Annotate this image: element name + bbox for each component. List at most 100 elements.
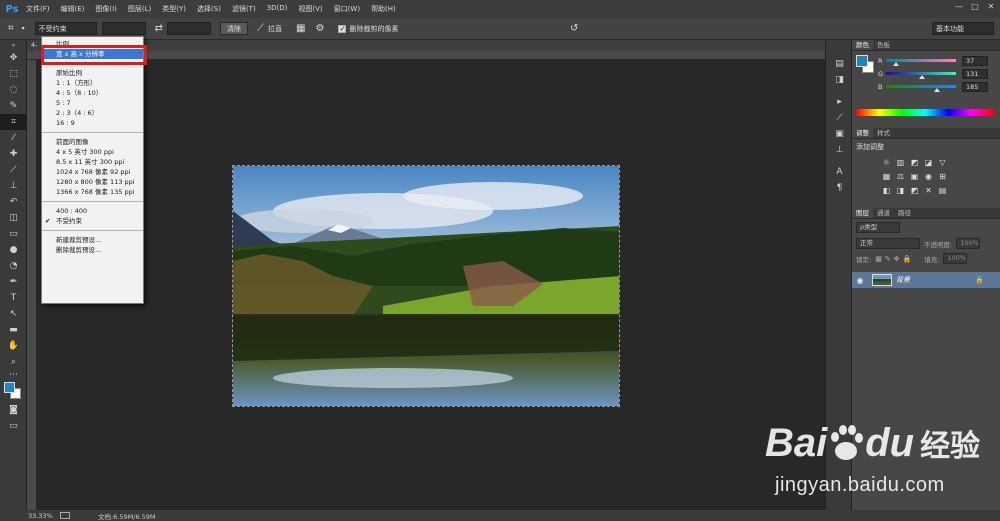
slider-thumb[interactable]: [918, 75, 925, 79]
tab-channels[interactable]: 通道: [873, 208, 894, 218]
layer-name[interactable]: 背景: [896, 275, 975, 285]
menu-item-6[interactable]: 滤镜(T): [232, 4, 256, 14]
crop-preset-item[interactable]: 5 : 7: [42, 98, 143, 108]
crop-width-field[interactable]: [101, 22, 146, 35]
crop-preset-item[interactable]: 16 : 9: [42, 118, 143, 128]
overlay-grid-icon[interactable]: ▦: [296, 23, 305, 34]
clone-stamp-tool-icon[interactable]: ⊥: [0, 178, 27, 194]
status-menu-icon[interactable]: [60, 512, 70, 519]
reset-undo-icon[interactable]: ↺: [570, 23, 578, 34]
zoom-tool-icon[interactable]: ⌕: [0, 354, 27, 370]
tab-swatches[interactable]: 色板: [873, 40, 894, 50]
crop-preset-item[interactable]: 4 x 5 英寸 300 ppi: [42, 147, 143, 157]
foreground-color-chip[interactable]: [856, 55, 868, 67]
foreground-color-swatch[interactable]: [4, 382, 15, 393]
crop-preset-item[interactable]: 新建裁剪预设...: [42, 235, 143, 245]
crop-preset-item[interactable]: 1 : 1（方形）: [42, 78, 143, 88]
history-brush-tool-icon[interactable]: ↶: [0, 194, 27, 210]
history-panel-icon[interactable]: ▤: [826, 56, 853, 72]
menu-item-9[interactable]: 窗口(W): [334, 4, 360, 14]
healing-brush-tool-icon[interactable]: ✚: [0, 146, 27, 162]
screen-mode-icon[interactable]: ▭: [0, 418, 27, 434]
crop-preset-item[interactable]: 1280 x 800 像素 113 ppi: [42, 177, 143, 187]
shape-tool-icon[interactable]: ▬: [0, 322, 27, 338]
crop-settings-gear-icon[interactable]: ⚙: [316, 23, 325, 34]
crop-preset-item[interactable]: 1366 x 768 像素 135 ppi: [42, 187, 143, 197]
channel-value-field[interactable]: 185: [962, 81, 988, 92]
crop-height-field[interactable]: [167, 22, 212, 35]
adjustment-layer-icon[interactable]: ▣: [910, 172, 919, 181]
adjustment-layer-icon[interactable]: ▥: [896, 158, 905, 167]
crop-preset-item[interactable]: 400 : 400: [42, 206, 143, 216]
layer-visibility-eye-icon[interactable]: ◉: [852, 276, 868, 285]
properties-panel-icon[interactable]: ◨: [826, 72, 853, 88]
adjustment-layer-icon[interactable]: ▦: [882, 172, 891, 181]
adjustment-layer-icon[interactable]: ◪: [924, 158, 933, 167]
adjustment-layer-icon[interactable]: ◩: [910, 186, 919, 195]
zoom-level[interactable]: 33.33%: [28, 512, 54, 520]
channel-slider[interactable]: [886, 72, 956, 79]
edit-toolbar-icon[interactable]: ⋯: [0, 370, 27, 380]
channel-value-field[interactable]: 131: [962, 68, 988, 79]
close-icon[interactable]: ✕: [986, 2, 996, 12]
opacity-field[interactable]: 100%: [956, 238, 981, 249]
character-panel-icon[interactable]: A: [826, 164, 853, 180]
crop-tool-icon[interactable]: ⌗: [0, 114, 27, 130]
adjustment-layer-icon[interactable]: ▽: [938, 158, 947, 167]
channel-slider[interactable]: [886, 59, 956, 66]
menu-item-4[interactable]: 类型(Y): [162, 4, 186, 14]
clone-source-icon[interactable]: ⊥: [826, 142, 853, 158]
crop-preset-item[interactable]: 8.5 x 11 英寸 300 ppi: [42, 157, 143, 167]
adjustment-layer-icon[interactable]: ◧: [882, 186, 891, 195]
gradient-tool-icon[interactable]: ▭: [0, 226, 27, 242]
color-swatches[interactable]: [0, 380, 26, 402]
crop-preset-item[interactable]: 前面的图像: [42, 137, 143, 147]
minimize-icon[interactable]: —: [954, 2, 964, 12]
type-tool-icon[interactable]: T: [0, 290, 27, 306]
crop-preset-item[interactable]: 删除裁剪预设...: [42, 245, 143, 255]
adjustment-layer-icon[interactable]: ▤: [938, 186, 947, 195]
layer-kind-filter[interactable]: ρ类型: [856, 222, 900, 233]
quick-select-tool-icon[interactable]: ✎: [0, 98, 27, 114]
paragraph-panel-icon[interactable]: ¶: [826, 180, 853, 196]
eraser-tool-icon[interactable]: ◫: [0, 210, 27, 226]
brush-presets-icon[interactable]: ▣: [826, 126, 853, 142]
workspace-select[interactable]: 基本功能: [932, 22, 994, 35]
straighten-label[interactable]: 拉直: [268, 24, 282, 34]
adjustment-layer-icon[interactable]: ✕: [924, 186, 933, 195]
slider-thumb[interactable]: [893, 62, 900, 66]
crop-tool-icon[interactable]: ⌗: [8, 23, 14, 34]
fill-field[interactable]: 100%: [943, 253, 968, 264]
straighten-icon[interactable]: ⟋: [257, 23, 264, 34]
actions-panel-icon[interactable]: ▸: [826, 94, 853, 110]
layer-row-background[interactable]: ◉ 背景 🔒: [852, 272, 1000, 288]
brush-panel-icon[interactable]: ⟋: [826, 110, 853, 126]
menu-item-7[interactable]: 3D(D): [267, 4, 288, 14]
menu-item-5[interactable]: 选择(S): [197, 4, 221, 14]
move-tool-icon[interactable]: ✥: [0, 50, 27, 66]
collapse-toolbox-icon[interactable]: »: [0, 40, 27, 50]
menu-item-3[interactable]: 图层(L): [128, 4, 151, 14]
tab-styles[interactable]: 样式: [873, 128, 894, 138]
marquee-tool-icon[interactable]: ⬚: [0, 66, 27, 82]
lock-icons[interactable]: ▦✎✥🔒: [875, 255, 914, 263]
tab-color[interactable]: 颜色: [852, 40, 873, 50]
crop-preset-item[interactable]: 1024 x 768 像素 92 ppi: [42, 167, 143, 177]
tab-paths[interactable]: 路径: [894, 208, 915, 218]
menu-item-8[interactable]: 视图(V): [298, 4, 322, 14]
delete-cropped-checkbox[interactable]: ✓: [338, 24, 347, 33]
swap-dimensions-icon[interactable]: ⇄: [155, 23, 163, 34]
adjustment-layer-icon[interactable]: ◩: [910, 158, 919, 167]
path-select-tool-icon[interactable]: ↖: [0, 306, 27, 322]
tool-preset-chevron-icon[interactable]: ▾: [22, 25, 25, 32]
crop-preset-item[interactable]: ✔ 不受约束: [42, 216, 143, 226]
dodge-tool-icon[interactable]: ◔: [0, 258, 27, 274]
menu-item-2[interactable]: 图像(I): [95, 4, 117, 14]
blend-mode-select[interactable]: 正常: [856, 238, 920, 249]
channel-value-field[interactable]: 37: [962, 55, 988, 66]
eyedropper-tool-icon[interactable]: ⁄: [0, 130, 27, 146]
maximize-icon[interactable]: □: [970, 2, 980, 12]
quick-mask-icon[interactable]: ◙: [0, 402, 27, 418]
crop-preset-item[interactable]: 原始比例: [42, 68, 143, 78]
tab-adjustments[interactable]: 调整: [852, 128, 873, 138]
